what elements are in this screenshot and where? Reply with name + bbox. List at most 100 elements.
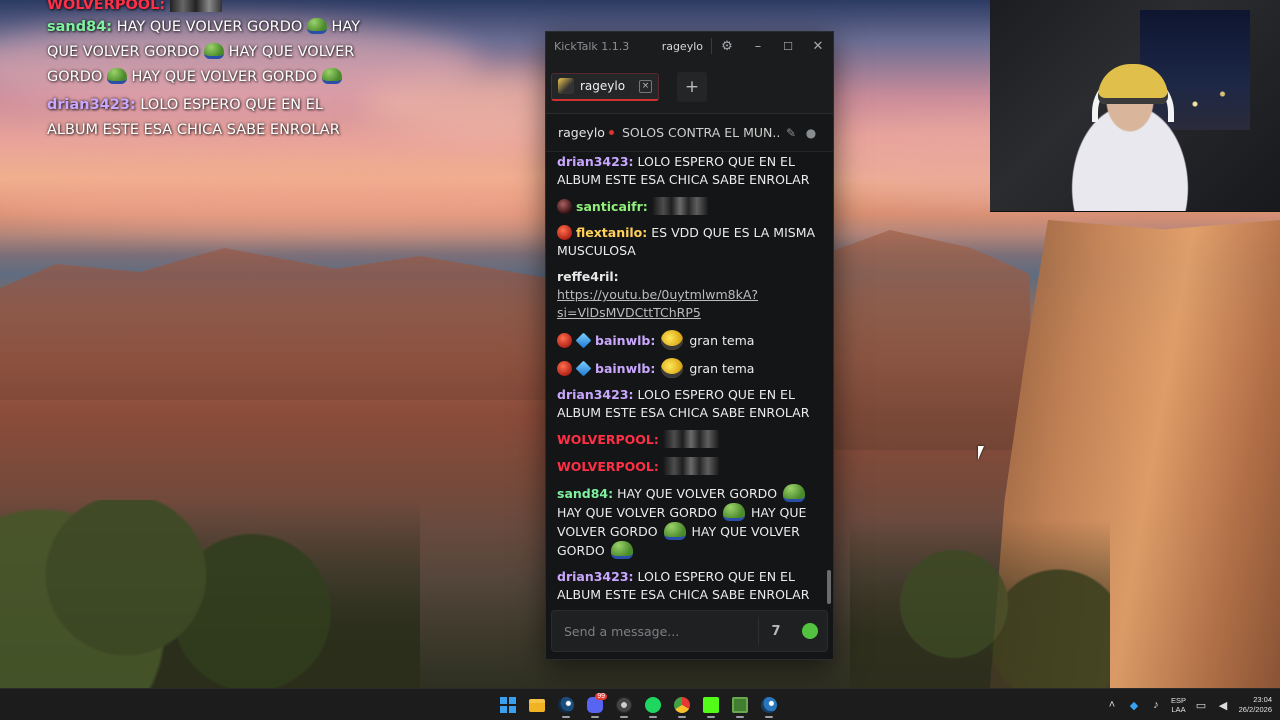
steam-icon: [761, 697, 777, 713]
clock-date: 26/2/2026: [1238, 705, 1272, 714]
chat-message: WOLVERPOOL:: [557, 457, 819, 476]
overlay-username: WOLVERPOOL:: [47, 0, 166, 13]
emote-image: [651, 197, 708, 215]
chat-message: drian3423: LOLO ESPERO QUE EN EL ALBUM E…: [557, 386, 819, 422]
chat-username[interactable]: drian3423:: [557, 387, 634, 402]
green-app-icon: [732, 697, 748, 713]
tab-rageylo[interactable]: rageylo ×: [551, 72, 659, 101]
taskbar-steam[interactable]: [554, 691, 578, 719]
gear-icon: ⚙: [721, 38, 733, 54]
chat-scrollbar[interactable]: [827, 570, 831, 604]
language-indicator[interactable]: ESP LAA: [1171, 696, 1186, 714]
taskbar-spotify[interactable]: [641, 691, 665, 719]
overlay-message: sand84: HAY QUE VOLVER GORDO HAY QUE VOL…: [47, 15, 377, 90]
taskbar: 99 ˄ ◆ ♪ ESP LAA ▭ ◀ 23:04 26/2/2026: [0, 688, 1280, 720]
emote-image: [662, 457, 719, 475]
chat-message: bainwlb: gran tema: [557, 330, 819, 350]
chat-message: santicaifr:: [557, 197, 819, 216]
taskbar-file-explorer[interactable]: [525, 691, 549, 719]
keyboard-layout: LAA: [1171, 705, 1186, 714]
add-tab-button[interactable]: +: [677, 71, 707, 102]
close-button[interactable]: ✕: [803, 32, 833, 60]
chrome-icon: [674, 697, 690, 713]
canyon-cliff: [990, 220, 1280, 688]
settings-button[interactable]: ⚙: [712, 32, 742, 60]
chat-message: drian3423: LOLO ESPERO QUE EN EL ALBUM E…: [557, 153, 819, 189]
language-code: ESP: [1170, 696, 1186, 705]
mouse-cursor: [978, 446, 984, 460]
user-badge-icon: [557, 333, 572, 348]
kicktalk-window: KickTalk 1.1.3 rageylo ⚙ – ☐ ✕ rageylo ×…: [545, 31, 834, 660]
chat-username[interactable]: sand84:: [557, 486, 613, 501]
trees: [850, 520, 1110, 688]
taskbar-chrome[interactable]: [670, 691, 694, 719]
7tv-icon: 7: [771, 623, 781, 639]
taskbar-steam-2[interactable]: [757, 691, 781, 719]
kick-icon: [703, 697, 719, 713]
user-badge-icon: [557, 225, 572, 240]
chat-username[interactable]: drian3423:: [557, 569, 634, 584]
chat-username[interactable]: WOLVERPOOL:: [557, 432, 659, 447]
pepe-emote: [306, 18, 327, 34]
system-tray: ˄ ◆ ♪ ESP LAA ▭ ◀ 23:04 26/2/2026: [1105, 689, 1272, 720]
user-icon[interactable]: ●: [801, 126, 821, 140]
microphone-icon[interactable]: ♪: [1149, 699, 1163, 711]
trees: [0, 500, 420, 688]
emote-image: [169, 0, 222, 12]
webcam-feed: [990, 0, 1280, 212]
taskbar-green-app[interactable]: [728, 691, 752, 719]
pin-icon[interactable]: ✎: [781, 126, 801, 140]
show-hidden-icons-button[interactable]: ˄: [1105, 699, 1119, 711]
chat-username[interactable]: reffe4ril:: [557, 269, 619, 284]
notification-badge: 99: [595, 693, 607, 700]
clock[interactable]: 23:04 26/2/2026: [1238, 695, 1272, 715]
tab-close-button[interactable]: ×: [639, 79, 652, 93]
chat-username[interactable]: flextanilo:: [576, 225, 647, 240]
chat-message: sand84: HAY QUE VOLVER GORDO HAY QUE VOL…: [557, 484, 819, 560]
pepe-emote: [722, 503, 745, 521]
pepe-emote: [321, 68, 342, 84]
taskbar-app-circle[interactable]: [612, 691, 636, 719]
subscriber-badge-icon: [575, 332, 592, 349]
taskbar-discord[interactable]: 99: [583, 691, 607, 719]
channel-name[interactable]: rageylo: [558, 125, 605, 140]
logged-in-user[interactable]: rageylo: [662, 40, 711, 53]
7tv-emote-button[interactable]: 7: [759, 624, 793, 639]
subscriber-badge-icon: [575, 360, 592, 377]
stream-chat-overlay: WOLVERPOOL: sand84: HAY QUE VOLVER GORDO…: [47, 0, 377, 146]
chat-username[interactable]: WOLVERPOOL:: [557, 459, 659, 474]
volume-icon[interactable]: ◀: [1216, 699, 1230, 712]
network-app-icon[interactable]: ◆: [1127, 699, 1141, 712]
pepe-emote: [783, 484, 806, 502]
live-indicator: [608, 130, 614, 135]
chat-message-list[interactable]: drian3423: LOLO ESPERO QUE EN EL ALBUM E…: [546, 153, 833, 605]
chat-link[interactable]: https://youtu.be/0uytmlwm8kA?si=VlDsMVDC…: [557, 287, 758, 320]
chat-username[interactable]: santicaifr:: [576, 199, 648, 214]
chat-username[interactable]: bainwlb:: [595, 361, 655, 376]
chat-message: drian3423: LOLO ESPERO QUE EN EL ALBUM E…: [557, 568, 819, 604]
pepe-emote: [663, 522, 686, 540]
taskbar-kick[interactable]: [699, 691, 723, 719]
chat-username[interactable]: drian3423:: [557, 154, 634, 169]
spotify-icon: [645, 697, 661, 713]
folder-icon: [529, 698, 545, 712]
minimize-button[interactable]: –: [743, 32, 773, 60]
app-title: KickTalk 1.1.3: [554, 39, 630, 53]
taskbar-start-button[interactable]: [496, 691, 520, 719]
yellow-emote: [661, 330, 684, 350]
emote-image: [662, 430, 719, 448]
canyon-mesa: [0, 248, 560, 400]
kick-emote-button[interactable]: [793, 623, 827, 639]
close-icon: ✕: [812, 38, 824, 54]
chat-username[interactable]: bainwlb:: [595, 333, 655, 348]
overlay-username: sand84:: [47, 19, 113, 35]
maximize-button[interactable]: ☐: [773, 32, 803, 60]
overlay-username: drian3423:: [47, 97, 136, 113]
monitor-icon[interactable]: ▭: [1194, 699, 1208, 712]
emote-icon: [802, 623, 818, 639]
chat-message-text: HAY QUE VOLVER GORDO: [617, 486, 778, 501]
clock-time: 23:04: [1253, 695, 1272, 704]
pepe-emote: [610, 541, 633, 559]
title-bar[interactable]: KickTalk 1.1.3 rageylo ⚙ – ☐ ✕: [546, 32, 833, 60]
message-input[interactable]: [552, 611, 758, 651]
